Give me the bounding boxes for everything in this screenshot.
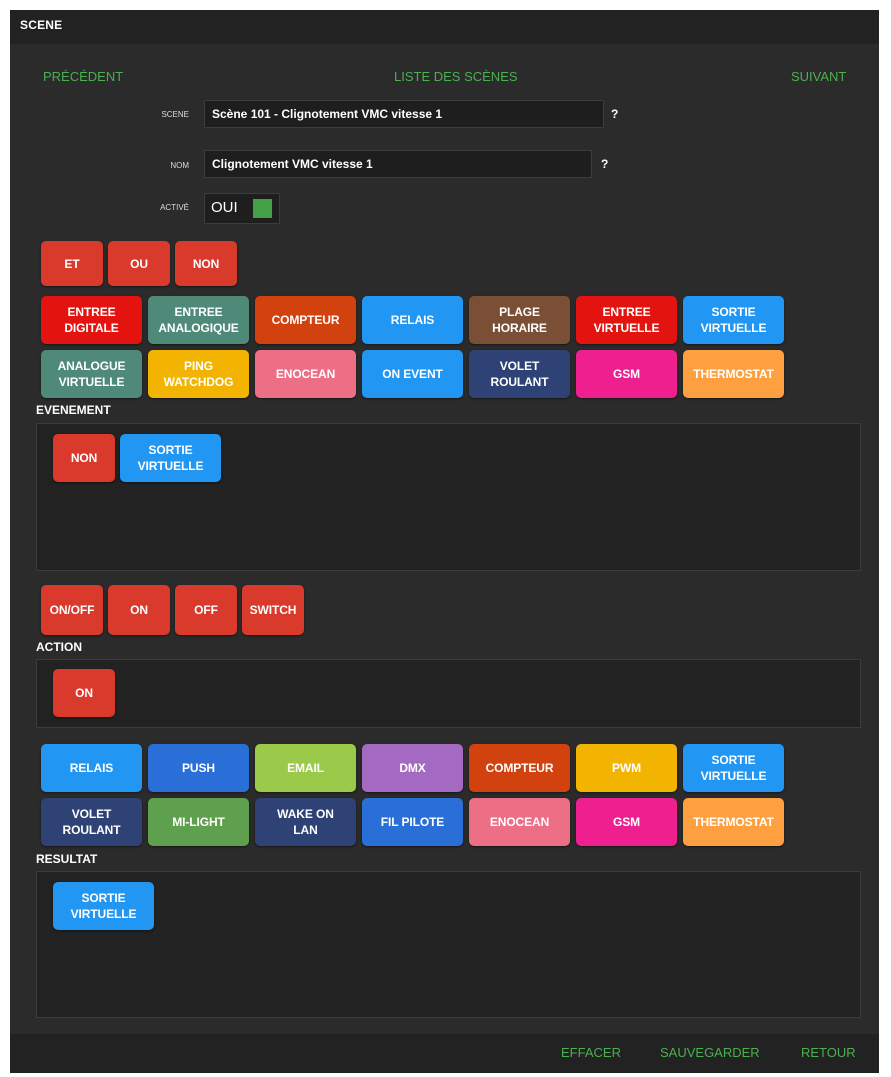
event-type-relais-button[interactable]: RELAIS (362, 296, 463, 344)
scene-help-icon[interactable]: ? (611, 107, 618, 121)
logic-et-button[interactable]: ET (41, 241, 103, 286)
result-type-enocean-button[interactable]: ENOCEAN (469, 798, 570, 846)
result-section-label: RESULTAT (36, 852, 98, 866)
event-item-non-button[interactable]: NON (53, 434, 115, 482)
event-section-label: EVENEMENT (36, 403, 111, 417)
result-type-sortie-virtuelle-button[interactable]: SORTIE VIRTUELLE (683, 744, 784, 792)
event-panel[interactable]: NON SORTIE VIRTUELLE (36, 423, 861, 571)
result-panel[interactable]: SORTIE VIRTUELLE (36, 871, 861, 1018)
result-type-dmx-button[interactable]: DMX (362, 744, 463, 792)
window-title: SCENE (10, 10, 879, 44)
result-item-sortie-virtuelle-button[interactable]: SORTIE VIRTUELLE (53, 882, 154, 930)
footer-bar: EFFACER SAUVEGARDER RETOUR (10, 1034, 879, 1073)
result-type-wake-on-lan-button[interactable]: WAKE ON LAN (255, 798, 356, 846)
result-type-pwm-button[interactable]: PWM (576, 744, 677, 792)
event-type-plage-horaire-button[interactable]: PLAGE HORAIRE (469, 296, 570, 344)
event-type-enocean-button[interactable]: ENOCEAN (255, 350, 356, 398)
event-type-ping-watchdog-button[interactable]: PING WATCHDOG (148, 350, 249, 398)
clear-button[interactable]: EFFACER (561, 1045, 621, 1060)
logic-non-button[interactable]: NON (175, 241, 237, 286)
name-label: NOM (170, 161, 189, 170)
result-type-compteur-button[interactable]: COMPTEUR (469, 744, 570, 792)
logic-ou-button[interactable]: OU (108, 241, 170, 286)
event-type-volet-roulant-button[interactable]: VOLET ROULANT (469, 350, 570, 398)
active-value: OUI (211, 199, 238, 216)
scene-label: SCENE (161, 110, 189, 119)
result-type-push-button[interactable]: PUSH (148, 744, 249, 792)
event-type-analogue-virtuelle-button[interactable]: ANALOGUE VIRTUELLE (41, 350, 142, 398)
result-type-thermostat-button[interactable]: THERMOSTAT (683, 798, 784, 846)
back-button[interactable]: RETOUR (801, 1045, 856, 1060)
event-item-sortie-virtuelle-button[interactable]: SORTIE VIRTUELLE (120, 434, 221, 482)
result-type-email-button[interactable]: EMAIL (255, 744, 356, 792)
name-help-icon[interactable]: ? (601, 157, 608, 171)
action-off-button[interactable]: OFF (175, 585, 237, 635)
next-link[interactable]: SUIVANT (791, 69, 846, 84)
event-type-entree-virtuelle-button[interactable]: ENTREE VIRTUELLE (576, 296, 677, 344)
event-type-thermostat-button[interactable]: THERMOSTAT (683, 350, 784, 398)
save-button[interactable]: SAUVEGARDER (660, 1045, 760, 1060)
result-type-fil-pilote-button[interactable]: FIL PILOTE (362, 798, 463, 846)
action-panel[interactable]: ON (36, 659, 861, 728)
event-type-sortie-virtuelle-button[interactable]: SORTIE VIRTUELLE (683, 296, 784, 344)
scene-select[interactable]: Scène 101 - Clignotement VMC vitesse 1 (204, 100, 604, 128)
scene-dialog: SCENE PRÉCÉDENT LISTE DES SCÈNES SUIVANT… (10, 10, 879, 1073)
scene-list-link[interactable]: LISTE DES SCÈNES (394, 69, 518, 84)
active-indicator-icon (253, 199, 272, 218)
event-type-entree-analogique-button[interactable]: ENTREE ANALOGIQUE (148, 296, 249, 344)
action-section-label: ACTION (36, 640, 82, 654)
active-toggle[interactable]: OUI (204, 193, 280, 224)
active-label: ACTIVÉ (160, 203, 189, 212)
event-type-compteur-button[interactable]: COMPTEUR (255, 296, 356, 344)
result-type-relais-button[interactable]: RELAIS (41, 744, 142, 792)
event-type-on-event-button[interactable]: ON EVENT (362, 350, 463, 398)
name-input[interactable]: Clignotement VMC vitesse 1 (204, 150, 592, 178)
action-on-off-button[interactable]: ON/OFF (41, 585, 103, 635)
result-type-gsm-button[interactable]: GSM (576, 798, 677, 846)
event-type-entree-digitale-button[interactable]: ENTREE DIGITALE (41, 296, 142, 344)
action-switch-button[interactable]: SWITCH (242, 585, 304, 635)
event-type-gsm-button[interactable]: GSM (576, 350, 677, 398)
action-item-on-button[interactable]: ON (53, 669, 115, 717)
action-on-button[interactable]: ON (108, 585, 170, 635)
previous-link[interactable]: PRÉCÉDENT (43, 69, 123, 84)
result-type-mi-light-button[interactable]: MI-LIGHT (148, 798, 249, 846)
result-type-volet-roulant-button[interactable]: VOLET ROULANT (41, 798, 142, 846)
